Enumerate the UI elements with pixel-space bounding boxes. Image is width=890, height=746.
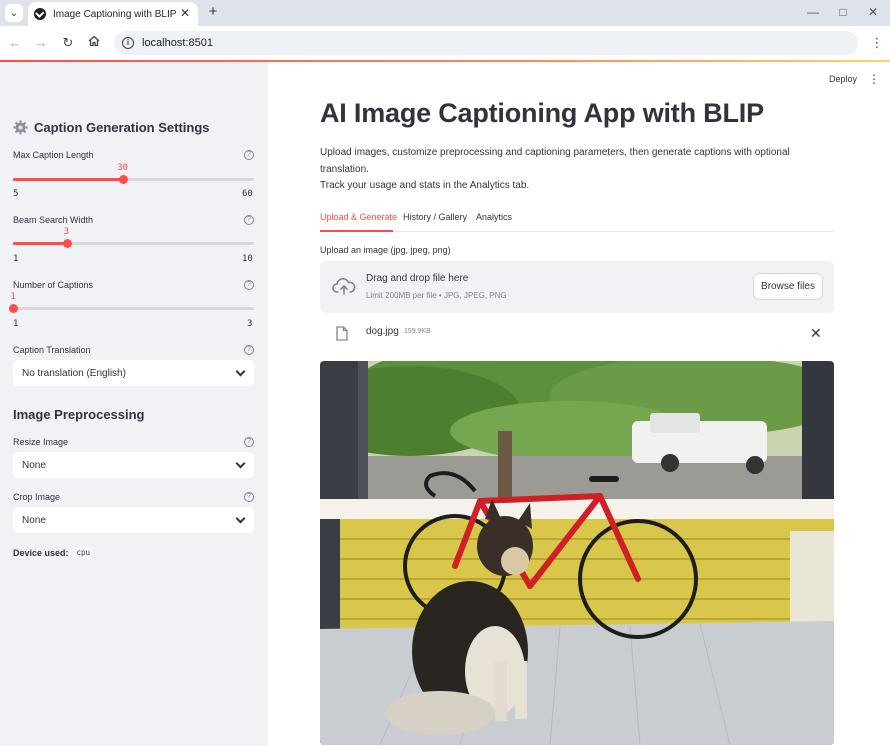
chevron-down-icon xyxy=(235,366,246,377)
help-icon[interactable]: ? xyxy=(244,280,254,290)
maximize-icon[interactable]: □ xyxy=(833,3,853,21)
address-bar[interactable]: i localhost:8501 xyxy=(114,31,858,55)
slider-fill xyxy=(13,242,67,245)
url-text: localhost:8501 xyxy=(142,37,213,49)
remove-file-icon[interactable]: ✕ xyxy=(810,325,822,342)
slider-max: 3 xyxy=(247,319,253,329)
help-icon[interactable]: ? xyxy=(244,150,254,160)
slider-fill xyxy=(13,178,123,181)
file-icon xyxy=(336,326,348,341)
description-line: Track your usage and stats in the Analyt… xyxy=(320,180,530,191)
file-name: dog.jpg xyxy=(366,326,399,337)
sidebar-title-text: Caption Generation Settings xyxy=(34,120,210,135)
menu-kebab-icon[interactable]: ⋮ xyxy=(870,34,884,52)
tab-title: Image Captioning with BLIP + A xyxy=(53,8,179,20)
help-icon[interactable]: ? xyxy=(244,345,254,355)
favicon-icon xyxy=(34,8,46,20)
browser-tab[interactable]: Image Captioning with BLIP + A ✕ xyxy=(28,2,198,26)
slider-value: 30 xyxy=(117,163,129,173)
gear-icon xyxy=(13,120,28,135)
browser-toolbar: ← → ↻ i localhost:8501 ⋮ xyxy=(0,26,890,60)
uploaded-image-preview xyxy=(320,361,834,745)
select-value: None xyxy=(22,459,46,471)
slider-min: 5 xyxy=(13,189,19,199)
number-of-captions-label: Number of Captions xyxy=(13,280,94,290)
browser-tab-bar: ⌄ Image Captioning with BLIP + A ✕ + — □… xyxy=(0,0,890,26)
drop-text: Drag and drop file here xyxy=(366,273,469,284)
reload-icon[interactable]: ↻ xyxy=(59,34,77,52)
help-icon[interactable]: ? xyxy=(244,437,254,447)
max-caption-length-label: Max Caption Length xyxy=(13,150,94,160)
minimize-icon[interactable]: — xyxy=(803,3,823,21)
uploaded-file: dog.jpg 159.9KB ✕ xyxy=(320,322,834,346)
close-icon[interactable]: ✕ xyxy=(178,6,192,20)
plus-icon[interactable]: + xyxy=(204,3,222,21)
cloud-upload-icon xyxy=(332,278,356,295)
help-icon[interactable]: ? xyxy=(244,492,254,502)
tab-history-gallery[interactable]: History / Gallery xyxy=(403,212,467,231)
select-value: No translation (English) xyxy=(22,367,126,379)
caption-translation-label: Caption Translation xyxy=(13,345,91,355)
active-tab-indicator xyxy=(320,230,393,232)
chevron-down-icon xyxy=(235,458,246,469)
site-info-icon[interactable]: i xyxy=(122,37,134,49)
beam-search-width-slider[interactable] xyxy=(13,239,254,248)
slider-max: 60 xyxy=(242,189,253,199)
chevron-down-icon xyxy=(235,513,246,524)
slider-value: 1 xyxy=(10,292,16,302)
crop-image-select[interactable]: None xyxy=(13,507,254,533)
uploader-label: Upload an image (jpg, jpeg, png) xyxy=(320,245,451,255)
forward-arrow-icon[interactable]: → xyxy=(32,34,50,52)
caption-translation-select[interactable]: No translation (English) xyxy=(13,360,254,386)
slider-thumb[interactable] xyxy=(62,239,72,248)
crop-image-label: Crop Image xyxy=(13,492,61,502)
resize-image-label: Resize Image xyxy=(13,437,69,447)
page-description: Upload images, customize preprocessing a… xyxy=(320,145,820,195)
number-of-captions-slider[interactable] xyxy=(9,304,254,313)
file-size: 159.9KB xyxy=(404,328,431,335)
app-menu-icon[interactable]: ⋮ xyxy=(868,72,880,86)
device-label: Device used: xyxy=(13,547,69,558)
select-value: None xyxy=(22,514,46,526)
browse-files-button[interactable]: Browse files xyxy=(753,273,823,300)
tab-analytics[interactable]: Analytics xyxy=(476,212,512,231)
slider-thumb[interactable] xyxy=(9,304,18,313)
tab-search-icon[interactable]: ⌄ xyxy=(5,4,23,22)
limit-text: Limit 200MB per file • JPG, JPEG, PNG xyxy=(366,291,507,300)
slider-value: 3 xyxy=(63,227,70,237)
file-dropzone[interactable]: Drag and drop file here Limit 200MB per … xyxy=(320,261,834,313)
slider-min: 1 xyxy=(13,319,19,329)
help-icon[interactable]: ? xyxy=(244,215,254,225)
tab-list: Upload & Generate History / Gallery Anal… xyxy=(320,212,834,232)
page-title: AI Image Captioning App with BLIP xyxy=(320,98,764,128)
back-arrow-icon[interactable]: ← xyxy=(6,34,24,52)
slider-thumb[interactable] xyxy=(118,175,128,184)
home-icon[interactable] xyxy=(85,34,103,52)
device-value: cpu xyxy=(73,547,94,558)
device-info: Device used: cpu xyxy=(13,547,94,558)
image-preprocessing-heading: Image Preprocessing xyxy=(13,407,145,422)
sidebar: Caption Generation Settings Max Caption … xyxy=(0,62,268,746)
sidebar-title: Caption Generation Settings xyxy=(13,120,210,135)
resize-image-select[interactable]: None xyxy=(13,452,254,478)
beam-search-width-label: Beam Search Width xyxy=(13,215,94,225)
slider-min: 1 xyxy=(13,254,19,264)
slider-max: 10 xyxy=(242,254,253,264)
max-caption-length-slider[interactable] xyxy=(13,175,254,184)
description-line: Upload images, customize preprocessing a… xyxy=(320,147,790,175)
close-window-icon[interactable]: ✕ xyxy=(863,3,883,21)
deploy-button[interactable]: Deploy xyxy=(829,74,857,84)
tab-upload-generate[interactable]: Upload & Generate xyxy=(320,212,397,231)
